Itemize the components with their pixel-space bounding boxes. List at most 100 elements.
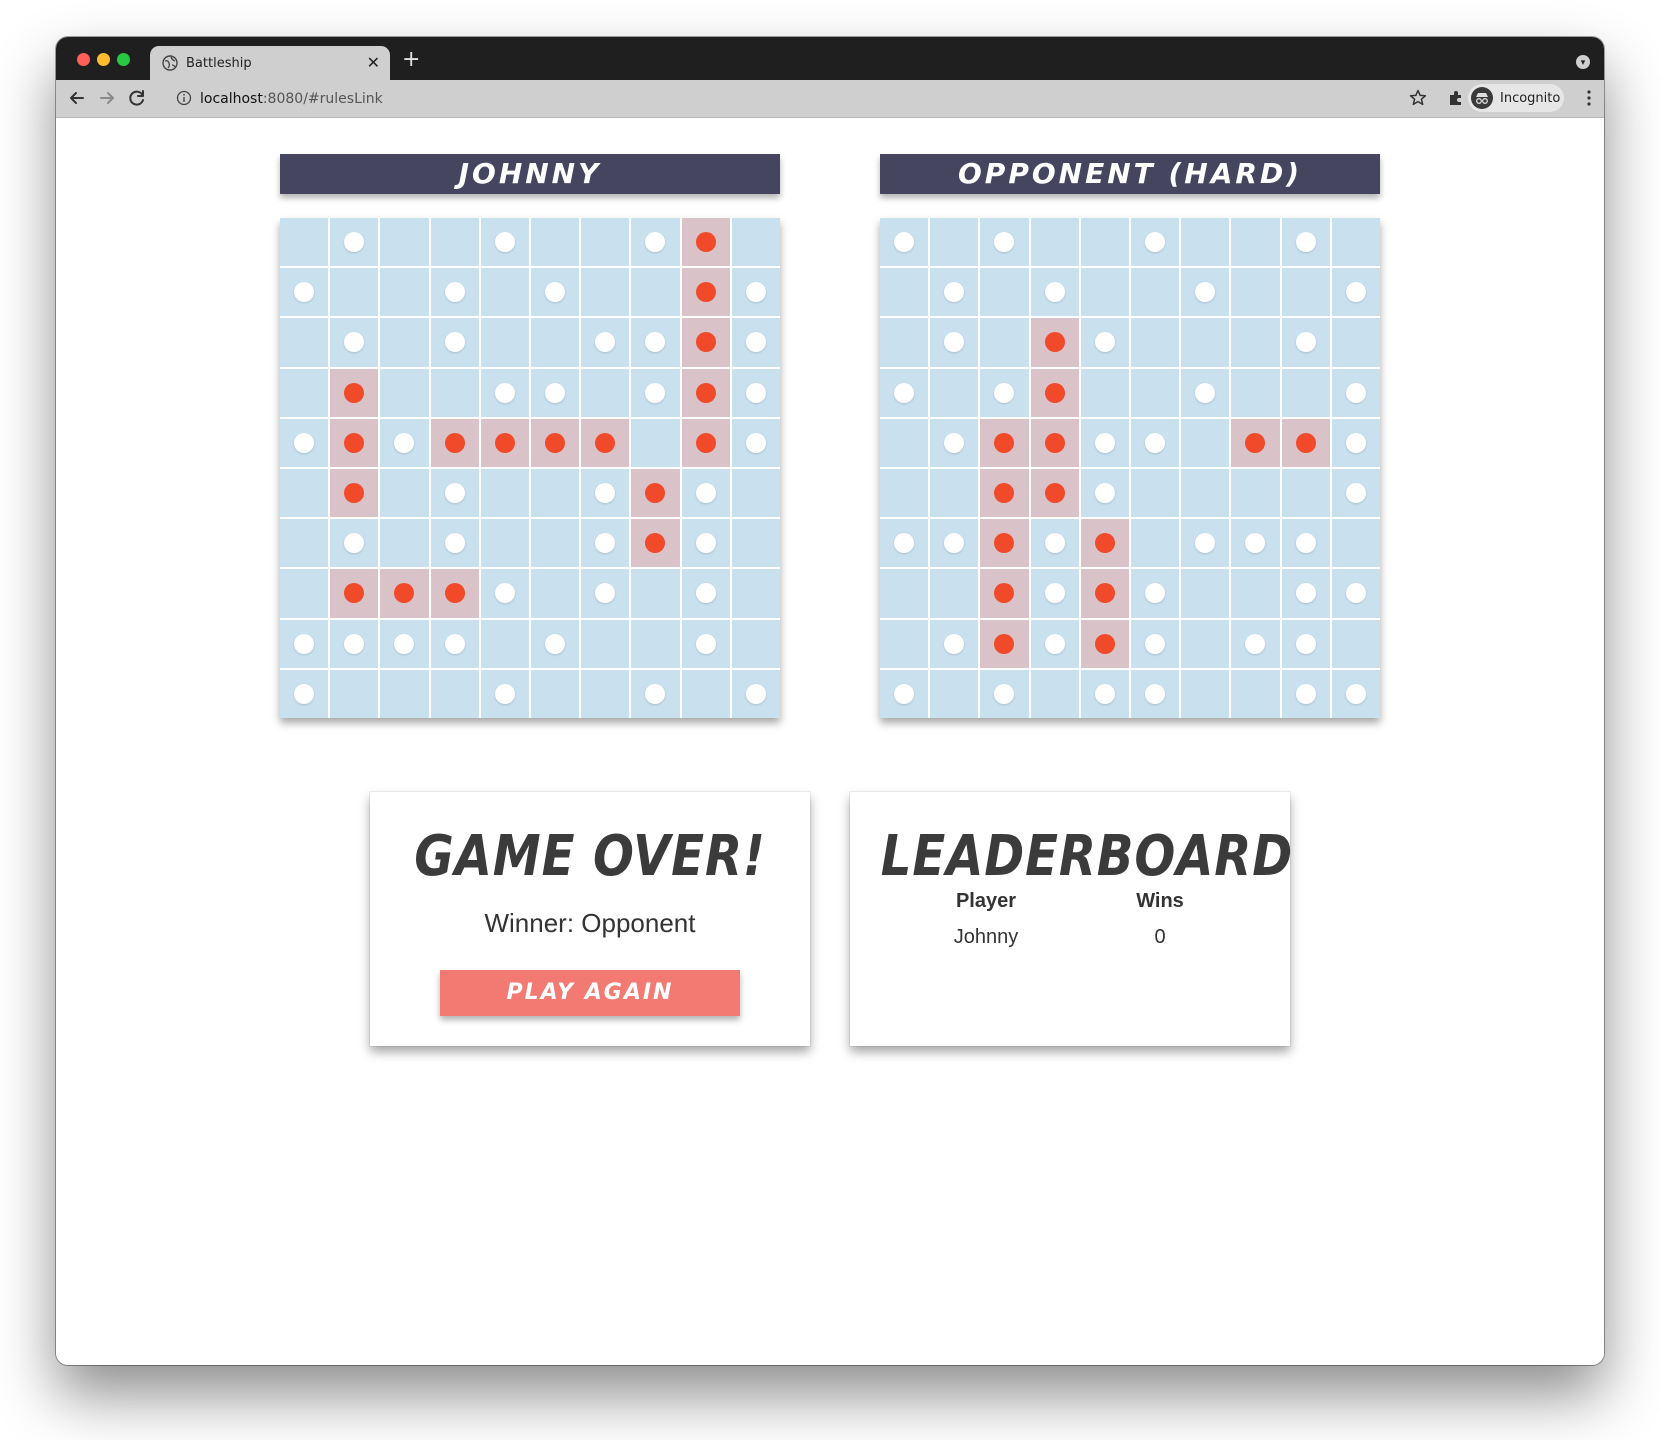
board-cell[interactable] [1131,569,1180,618]
board-cell[interactable] [1131,469,1180,518]
board-cell[interactable] [980,469,1029,518]
board-cell[interactable] [1281,519,1330,568]
board-cell[interactable] [1281,218,1330,267]
board-cell[interactable] [880,368,929,417]
board-cell[interactable] [1231,318,1280,367]
board-cell[interactable] [1030,619,1079,668]
board-cell[interactable] [1080,218,1129,267]
forward-arrow-icon[interactable] [96,87,118,109]
board-cell[interactable] [1281,669,1330,718]
board-cell[interactable] [1080,619,1129,668]
board-cell[interactable] [880,519,929,568]
board-cell[interactable] [880,619,929,668]
board-cell[interactable] [1331,519,1380,568]
tab-close-icon[interactable]: ✕ [367,53,380,72]
board-cell[interactable] [1131,318,1180,367]
board-cell[interactable] [1131,519,1180,568]
board-cell[interactable] [930,469,979,518]
board-cell[interactable] [980,569,1029,618]
board-cell[interactable] [930,368,979,417]
board-cell[interactable] [1080,368,1129,417]
board-cell[interactable] [1331,669,1380,718]
board-cell[interactable] [1181,569,1230,618]
board-cell[interactable] [1030,318,1079,367]
board-cell[interactable] [880,268,929,317]
board-cell[interactable] [930,619,979,668]
board-cell[interactable] [1030,368,1079,417]
play-again-button[interactable]: Play Again [440,970,740,1016]
board-cell[interactable] [880,669,929,718]
board-cell[interactable] [980,218,1029,267]
board-cell[interactable] [1181,418,1230,467]
board-cell[interactable] [1080,318,1129,367]
board-cell[interactable] [980,318,1029,367]
board-cell[interactable] [930,669,979,718]
board-cell[interactable] [1080,469,1129,518]
board-cell[interactable] [1331,218,1380,267]
board-cell[interactable] [1080,519,1129,568]
board-cell[interactable] [1231,268,1280,317]
board-cell[interactable] [1030,669,1079,718]
board-cell[interactable] [1231,368,1280,417]
board-cell[interactable] [1030,218,1079,267]
board-cell[interactable] [980,368,1029,417]
board-cell[interactable] [1080,418,1129,467]
back-arrow-icon[interactable] [66,87,88,109]
board-cell[interactable] [1131,368,1180,417]
tab-battleship[interactable]: Battleship ✕ [150,46,390,80]
reload-icon[interactable] [126,87,148,109]
board-cell[interactable] [1281,619,1330,668]
board-cell[interactable] [1131,268,1180,317]
board-cell[interactable] [1181,619,1230,668]
board-cell[interactable] [1231,218,1280,267]
board-cell[interactable] [1231,418,1280,467]
board-cell[interactable] [1331,569,1380,618]
extensions-puzzle-icon[interactable] [1446,88,1466,108]
board-cell[interactable] [1181,669,1230,718]
board-cell[interactable] [980,519,1029,568]
board-cell[interactable] [1331,619,1380,668]
board-cell[interactable] [1131,218,1180,267]
board-cell[interactable] [1231,519,1280,568]
board-cell[interactable] [880,218,929,267]
board-cell[interactable] [880,469,929,518]
board-cell[interactable] [1030,519,1079,568]
board-cell[interactable] [1331,318,1380,367]
board-cell[interactable] [1131,418,1180,467]
board-cell[interactable] [880,418,929,467]
board-cell[interactable] [1281,469,1330,518]
board-cell[interactable] [930,268,979,317]
board-cell[interactable] [1181,368,1230,417]
board-cell[interactable] [1181,519,1230,568]
board-cell[interactable] [1181,469,1230,518]
board-cell[interactable] [1131,619,1180,668]
tab-search-icon[interactable]: ▾ [1576,55,1590,69]
board-cell[interactable] [980,619,1029,668]
board-cell[interactable] [1331,469,1380,518]
board-cell[interactable] [1231,469,1280,518]
board-cell[interactable] [930,418,979,467]
board-cell[interactable] [1231,569,1280,618]
board-cell[interactable] [1030,268,1079,317]
board-cell[interactable] [1281,418,1330,467]
board-cell[interactable] [1080,268,1129,317]
incognito-indicator[interactable]: Incognito [1468,84,1564,112]
board-cell[interactable] [1331,368,1380,417]
board-cell[interactable] [1331,418,1380,467]
address-bar[interactable]: localhost:8080/#rulesLink [166,84,1396,113]
board-cell[interactable] [980,268,1029,317]
board-cell[interactable] [1080,569,1129,618]
info-icon[interactable] [176,90,192,106]
board-cell[interactable] [980,669,1029,718]
maximize-window-button[interactable] [117,53,130,66]
board-cell[interactable] [930,318,979,367]
more-menu-icon[interactable] [1586,88,1592,108]
new-tab-button[interactable]: + [402,47,420,72]
minimize-window-button[interactable] [97,53,110,66]
board-cell[interactable] [1080,669,1129,718]
board-cell[interactable] [1181,218,1230,267]
board-cell[interactable] [1231,669,1280,718]
opponent-board-grid[interactable] [880,218,1380,718]
board-cell[interactable] [1181,268,1230,317]
close-window-button[interactable] [77,53,90,66]
